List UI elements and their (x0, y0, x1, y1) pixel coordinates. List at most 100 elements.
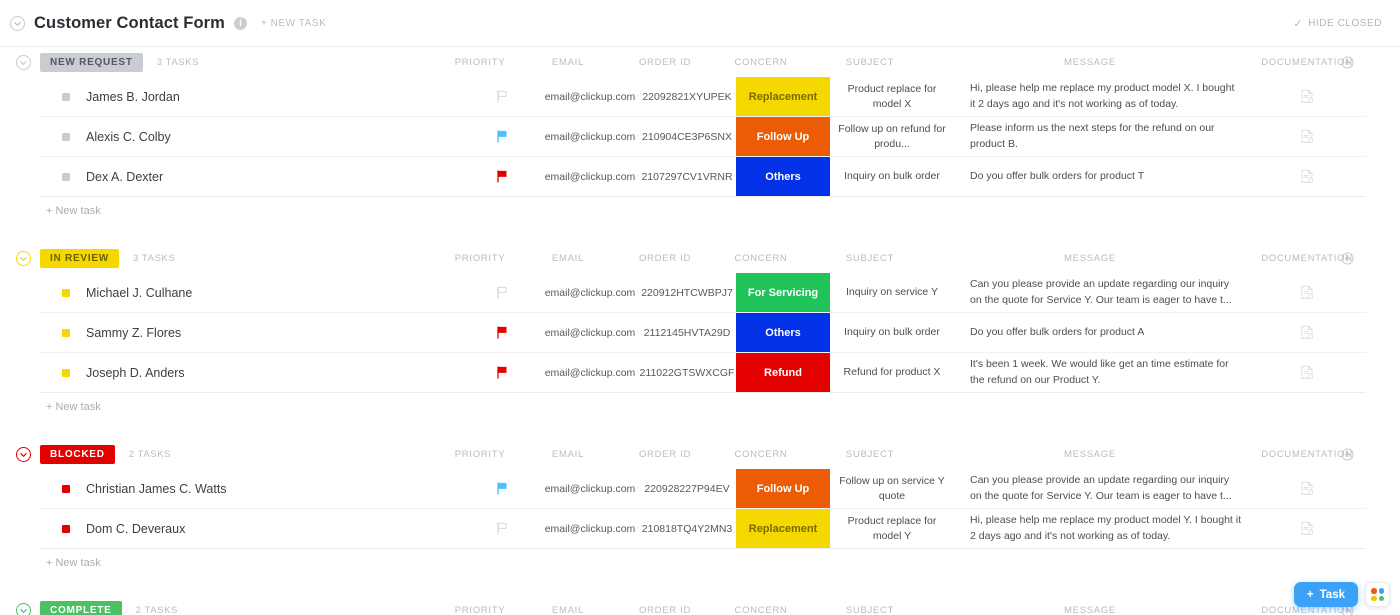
column-header-email[interactable]: EMAIL (520, 253, 616, 264)
task-name-cell[interactable]: Dex A. Dexter (40, 157, 462, 196)
message-cell[interactable]: Hi, please help me replace my product mo… (954, 509, 1248, 548)
add-column-icon[interactable] (1341, 439, 1354, 469)
column-header-priority[interactable]: PRIORITY (440, 605, 520, 615)
subject-cell[interactable]: Product replace for model X (830, 77, 954, 116)
task-name-cell[interactable]: Sammy Z. Flores (40, 313, 462, 352)
order-id-cell[interactable]: 210818TQ4Y2MN3 (638, 509, 736, 548)
column-header-order-id[interactable]: ORDER ID (616, 57, 714, 68)
new-task-fab-button[interactable]: + Task (1293, 582, 1358, 607)
message-cell[interactable]: Can you please provide an update regardi… (954, 273, 1248, 312)
message-cell[interactable]: Do you offer bulk orders for product T (954, 157, 1248, 196)
priority-flag-icon[interactable] (462, 273, 542, 312)
email-cell[interactable]: email@clickup.com (542, 313, 638, 352)
column-header-order-id[interactable]: ORDER ID (616, 449, 714, 460)
table-row[interactable]: Dom C. Deveraux email@clickup.com 210818TQ… (40, 509, 1366, 549)
documentation-icon[interactable] (1248, 313, 1366, 352)
column-header-message[interactable]: MESSAGE (932, 253, 1248, 264)
concern-cell[interactable]: Replacement (736, 509, 830, 548)
message-cell[interactable]: Hi, please help me replace my product mo… (954, 77, 1248, 116)
task-name-cell[interactable]: Michael J. Culhane (40, 273, 462, 312)
new-task-header-button[interactable]: + NEW TASK (261, 18, 326, 29)
column-header-order-id[interactable]: ORDER ID (616, 605, 714, 615)
column-header-priority[interactable]: PRIORITY (440, 449, 520, 460)
table-row[interactable]: James B. Jordan email@clickup.com 22092821… (40, 77, 1366, 117)
documentation-icon[interactable] (1248, 117, 1366, 156)
priority-flag-icon[interactable] (462, 77, 542, 116)
concern-cell[interactable]: Others (736, 157, 830, 196)
priority-flag-icon[interactable] (462, 509, 542, 548)
email-cell[interactable]: email@clickup.com (542, 273, 638, 312)
order-id-cell[interactable]: 2112145HVTA29D (638, 313, 736, 352)
email-cell[interactable]: email@clickup.com (542, 117, 638, 156)
column-header-email[interactable]: EMAIL (520, 449, 616, 460)
column-header-message[interactable]: MESSAGE (932, 449, 1248, 460)
concern-cell[interactable]: Follow Up (736, 117, 830, 156)
task-name-cell[interactable]: Alexis C. Colby (40, 117, 462, 156)
column-header-subject[interactable]: SUBJECT (808, 449, 932, 460)
email-cell[interactable]: email@clickup.com (542, 509, 638, 548)
table-row[interactable]: Alexis C. Colby email@clickup.com 210904CE… (40, 117, 1366, 157)
subject-cell[interactable]: Inquiry on bulk order (830, 313, 954, 352)
column-header-priority[interactable]: PRIORITY (440, 57, 520, 68)
order-id-cell[interactable]: 2107297CV1VRNR (638, 157, 736, 196)
collapse-all-icon[interactable] (10, 15, 25, 31)
column-header-subject[interactable]: SUBJECT (808, 57, 932, 68)
column-header-email[interactable]: EMAIL (520, 57, 616, 68)
priority-flag-icon[interactable] (462, 469, 542, 508)
column-header-subject[interactable]: SUBJECT (808, 605, 932, 615)
concern-cell[interactable]: Others (736, 313, 830, 352)
concern-cell[interactable]: For Servicing (736, 273, 830, 312)
subject-cell[interactable]: Refund for product X (830, 353, 954, 392)
column-header-concern[interactable]: CONCERN (714, 605, 808, 615)
documentation-icon[interactable] (1248, 157, 1366, 196)
table-row[interactable]: Michael J. Culhane email@clickup.com 22091… (40, 273, 1366, 313)
subject-cell[interactable]: Inquiry on service Y (830, 273, 954, 312)
order-id-cell[interactable]: 220912HTCWBPJ7 (638, 273, 736, 312)
concern-cell[interactable]: Refund (736, 353, 830, 392)
priority-flag-icon[interactable] (462, 353, 542, 392)
column-header-email[interactable]: EMAIL (520, 605, 616, 615)
apps-grid-icon[interactable] (1365, 582, 1390, 607)
documentation-icon[interactable] (1248, 353, 1366, 392)
status-badge[interactable]: COMPLETE (40, 600, 122, 615)
documentation-icon[interactable] (1248, 273, 1366, 312)
task-name-cell[interactable]: Joseph D. Anders (40, 353, 462, 392)
group-collapse-icon[interactable] (16, 446, 31, 462)
add-column-icon[interactable] (1341, 47, 1354, 77)
table-row[interactable]: Christian James C. Watts email@clickup.co… (40, 469, 1366, 509)
message-cell[interactable]: Do you offer bulk orders for product A (954, 313, 1248, 352)
documentation-icon[interactable] (1248, 509, 1366, 548)
message-cell[interactable]: It's been 1 week. We would like get an t… (954, 353, 1248, 392)
message-cell[interactable]: Can you please provide an update regardi… (954, 469, 1248, 508)
concern-cell[interactable]: Follow Up (736, 469, 830, 508)
subject-cell[interactable]: Product replace for model Y (830, 509, 954, 548)
documentation-icon[interactable] (1248, 469, 1366, 508)
column-header-concern[interactable]: CONCERN (714, 253, 808, 264)
new-task-row[interactable]: + New task (0, 393, 1400, 420)
hide-closed-toggle[interactable]: ✓ HIDE CLOSED (1293, 17, 1382, 30)
email-cell[interactable]: email@clickup.com (542, 77, 638, 116)
column-header-concern[interactable]: CONCERN (714, 449, 808, 460)
column-header-order-id[interactable]: ORDER ID (616, 253, 714, 264)
email-cell[interactable]: email@clickup.com (542, 353, 638, 392)
order-id-cell[interactable]: 211022GTSWXCGF (638, 353, 736, 392)
priority-flag-icon[interactable] (462, 117, 542, 156)
priority-flag-icon[interactable] (462, 313, 542, 352)
priority-flag-icon[interactable] (462, 157, 542, 196)
column-header-message[interactable]: MESSAGE (932, 605, 1248, 615)
column-header-subject[interactable]: SUBJECT (808, 253, 932, 264)
order-id-cell[interactable]: 22092821XYUPEK (638, 77, 736, 116)
task-name-cell[interactable]: Dom C. Deveraux (40, 509, 462, 548)
concern-cell[interactable]: Replacement (736, 77, 830, 116)
status-badge[interactable]: NEW REQUEST (40, 52, 143, 72)
message-cell[interactable]: Please inform us the next steps for the … (954, 117, 1248, 156)
email-cell[interactable]: email@clickup.com (542, 157, 638, 196)
status-badge[interactable]: IN REVIEW (40, 248, 119, 268)
column-header-message[interactable]: MESSAGE (932, 57, 1248, 68)
info-icon[interactable]: i (233, 16, 247, 30)
new-task-row[interactable]: + New task (0, 197, 1400, 224)
task-name-cell[interactable]: James B. Jordan (40, 77, 462, 116)
email-cell[interactable]: email@clickup.com (542, 469, 638, 508)
column-header-priority[interactable]: PRIORITY (440, 253, 520, 264)
group-collapse-icon[interactable] (16, 602, 31, 615)
